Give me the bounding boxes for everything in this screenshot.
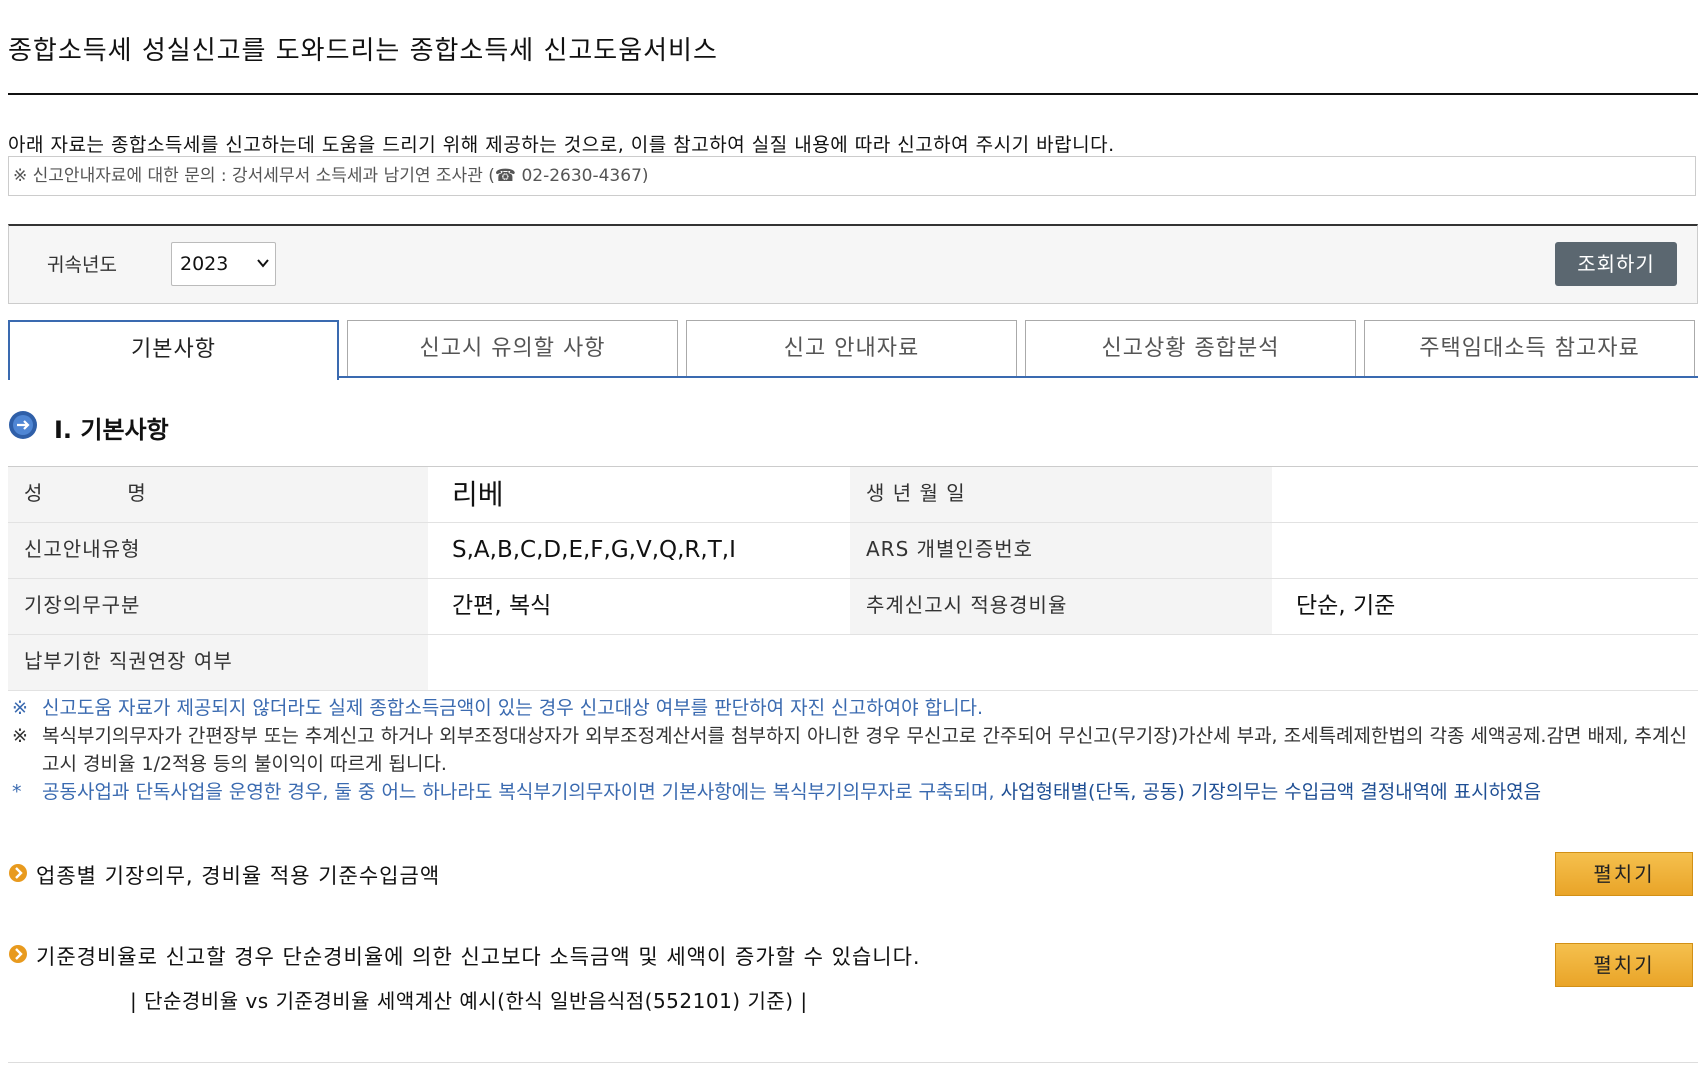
year-select[interactable]: 2023 — [171, 242, 276, 286]
year-select-value: 2023 — [180, 253, 229, 275]
deadline-ext-label: 납부기한 직권연장 여부 — [8, 635, 428, 690]
tab-bar: 기본사항 신고시 유의할 사항 신고 안내자료 신고상황 종합분석 주택임대소득… — [8, 320, 1698, 382]
orange-arrow-bullet-icon — [9, 945, 27, 963]
estimate-rate-label: 추계신고시 적용경비율 — [850, 579, 1272, 634]
tab-filing-cautions[interactable]: 신고시 유의할 사항 — [347, 320, 678, 378]
query-button[interactable]: 조회하기 — [1555, 242, 1677, 286]
tab-basic-info[interactable]: 기본사항 — [8, 320, 339, 382]
table-row: 성 명 리베 생 년 월 일 — [8, 467, 1698, 523]
basic-info-table: 성 명 리베 생 년 월 일 신고안내유형 S,A,B,C,D,E,F,G,V,… — [8, 466, 1698, 691]
expand-button[interactable]: 펼치기 — [1555, 852, 1693, 896]
note-text: 신고도움 자료가 제공되지 않더라도 실제 종합소득금액이 있는 경우 신고대상… — [42, 697, 984, 719]
note-item: ※ 복식부기의무자가 간편장부 또는 추계신고 하거나 외부조정대상자가 외부조… — [8, 722, 1698, 778]
intro-text: 아래 자료는 종합소득세를 신고하는데 도움을 드리기 위해 제공하는 것으로,… — [8, 134, 1115, 156]
note-strong-text: 사업형태별(단독, 공동) 기장의무는 수입금액 결정내역에 표시하였음 — [1000, 781, 1542, 803]
deadline-ext-value — [428, 635, 1698, 690]
birth-label: 생 년 월 일 — [850, 467, 1272, 522]
estimate-rate-value: 단순, 기준 — [1272, 579, 1698, 634]
bookkeeping-label: 기장의무구분 — [8, 579, 428, 634]
title-divider — [8, 93, 1698, 95]
ars-label: ARS 개별인증번호 — [850, 523, 1272, 578]
arrow-right-circle-icon — [9, 411, 37, 439]
note-mark: * — [12, 781, 22, 803]
tab-filing-guide[interactable]: 신고 안내자료 — [686, 320, 1017, 378]
bookkeeping-value: 간편, 복식 — [428, 579, 850, 634]
note-item: * 공동사업과 단독사업을 운영한 경우, 둘 중 어느 하나라도 복식부기의무… — [8, 778, 1698, 806]
subsection-title: 업종별 기장의무, 경비율 적용 기준수입금액 — [36, 864, 441, 888]
section-title: Ⅰ. 기본사항 — [54, 416, 169, 444]
note-text: 복식부기의무자가 간편장부 또는 추계신고 하거나 외부조정대상자가 외부조정계… — [42, 725, 1687, 775]
tab-filing-analysis[interactable]: 신고상황 종합분석 — [1025, 320, 1356, 378]
bottom-divider — [8, 1062, 1698, 1063]
table-row: 납부기한 직권연장 여부 — [8, 635, 1698, 691]
notes-list: ※ 신고도움 자료가 제공되지 않더라도 실제 종합소득금액이 있는 경우 신고… — [8, 694, 1698, 806]
table-row: 신고안내유형 S,A,B,C,D,E,F,G,V,Q,R,T,I ARS 개별인… — [8, 523, 1698, 579]
search-panel: 귀속년도 2023 조회하기 — [8, 224, 1698, 304]
table-row: 기장의무구분 간편, 복식 추계신고시 적용경비율 단순, 기준 — [8, 579, 1698, 635]
birth-value — [1272, 467, 1698, 522]
subsection-title: 기준경비율로 신고할 경우 단순경비율에 의한 신고보다 소득금액 및 세액이 … — [36, 945, 921, 969]
note-text: 공동사업과 단독사업을 운영한 경우, 둘 중 어느 하나라도 복식부기의무자이… — [42, 781, 1001, 803]
orange-arrow-bullet-icon — [9, 864, 27, 882]
note-mark: ※ — [12, 725, 28, 747]
guide-type-value: S,A,B,C,D,E,F,G,V,Q,R,T,I — [428, 523, 850, 578]
tab-rental-income[interactable]: 주택임대소득 참고자료 — [1364, 320, 1695, 378]
page-title: 종합소득세 성실신고를 도와드리는 종합소득세 신고도움서비스 — [8, 36, 718, 66]
chevron-down-icon — [257, 259, 269, 268]
ars-value — [1272, 523, 1698, 578]
note-mark: ※ — [12, 697, 28, 719]
name-value: 리베 — [428, 467, 850, 522]
name-label: 성 명 — [8, 467, 428, 522]
year-label: 귀속년도 — [47, 254, 117, 276]
example-caption: | 단순경비율 vs 기준경비율 세액계산 예시(한식 일반음식점(552101… — [130, 989, 808, 1013]
expand-button[interactable]: 펼치기 — [1555, 943, 1693, 987]
guide-type-label: 신고안내유형 — [8, 523, 428, 578]
contact-box: ※ 신고안내자료에 대한 문의 : 강서세무서 소득세과 남기연 조사관 (☎ … — [8, 156, 1696, 196]
note-item: ※ 신고도움 자료가 제공되지 않더라도 실제 종합소득금액이 있는 경우 신고… — [8, 694, 1698, 722]
